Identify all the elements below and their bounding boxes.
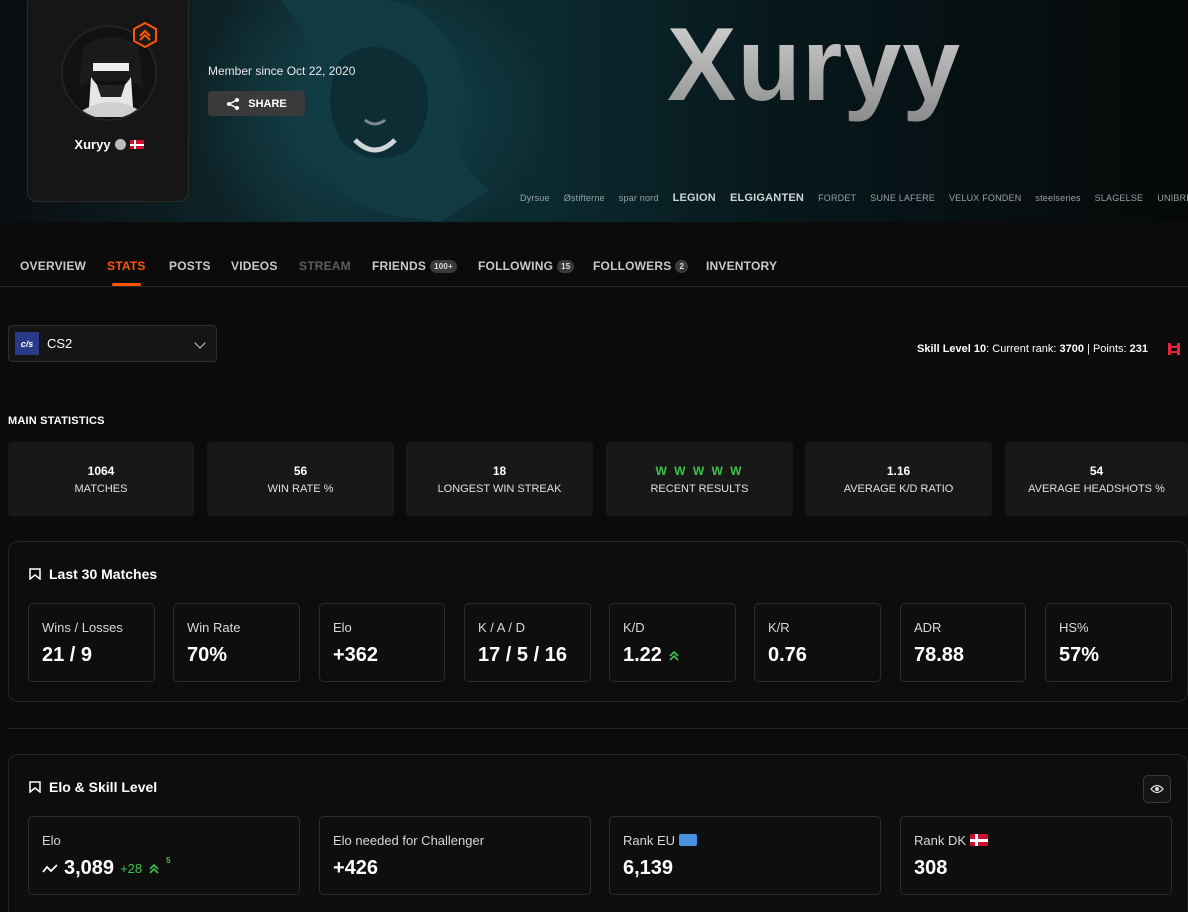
sponsor-logo: VELUX FONDEN: [948, 193, 1022, 203]
tab-following[interactable]: FOLLOWING 15: [478, 259, 575, 273]
card-rank-dk: Rank DK 308: [900, 816, 1172, 895]
denmark-flag-icon: [129, 140, 144, 149]
stat-recent-results: W W W W W RECENT RESULTS: [606, 442, 793, 516]
faceit-logo-icon: [29, 568, 41, 580]
tab-stats[interactable]: STATS: [107, 259, 146, 286]
eye-icon: [1150, 784, 1164, 794]
elo-skill-panel: Elo & Skill Level Elo 3,089 +28 5 Elo ne…: [8, 754, 1188, 912]
card-wins-losses: Wins / Losses 21 / 9: [28, 603, 155, 682]
elo-trend-icon: [42, 863, 58, 873]
card-kad: K / A / D 17 / 5 / 16: [464, 603, 591, 682]
stat-matches: 1064 MATCHES: [8, 442, 194, 516]
profile-tabs: OVERVIEW STATS POSTS VIDEOS STREAM FRIEN…: [0, 248, 1188, 287]
member-since: Member since Oct 22, 2020: [208, 64, 356, 78]
chevron-down-icon: [194, 337, 206, 349]
sponsor-logo: FORDET: [818, 193, 857, 203]
cs2-logo-icon: c/s: [15, 332, 39, 355]
tab-videos[interactable]: VIDEOS: [231, 259, 278, 273]
sponsor-logo: UNIBREW: [1157, 193, 1188, 203]
denmark-flag-icon: [970, 834, 989, 846]
skill-level-icon: [1168, 343, 1180, 355]
share-button[interactable]: SHARE: [208, 91, 305, 116]
banner-player-name: Xuryy: [667, 7, 962, 123]
last-30-matches-title: Last 30 Matches: [29, 566, 157, 582]
sponsor-logo: steelseries: [1035, 193, 1081, 203]
verified-icon: [114, 139, 126, 150]
tab-stream[interactable]: STREAM: [299, 259, 351, 273]
profile-card: Xuryy: [27, 0, 189, 202]
trend-up-icon: [669, 650, 679, 661]
section-divider: [8, 728, 1188, 729]
sponsor-strip: Dyrsue Østifterne spar nord LEGION ELGIG…: [520, 192, 1188, 204]
tab-overview[interactable]: OVERVIEW: [20, 259, 86, 273]
visibility-toggle-button[interactable]: [1143, 775, 1171, 803]
sponsor-logo: LEGION: [672, 192, 716, 204]
card-win-rate: Win Rate 70%: [173, 603, 300, 682]
tab-inventory[interactable]: INVENTORY: [706, 259, 777, 273]
tab-friends[interactable]: FRIENDS 100+: [372, 259, 457, 273]
friends-count-badge: 100+: [430, 260, 457, 273]
eu-flag-icon: [679, 834, 698, 846]
tab-followers[interactable]: FOLLOWERS 2: [593, 259, 689, 273]
card-challenger-elo: Elo needed for Challenger +426: [319, 816, 591, 895]
trend-up-icon: [149, 863, 159, 874]
card-elo: Elo 3,089 +28 5: [28, 816, 300, 895]
faceit-logo-icon: [29, 781, 41, 793]
level-badge-icon: [133, 22, 157, 48]
profile-name-text: Xuryy: [74, 137, 111, 152]
last-30-matches-panel: Last 30 Matches Wins / Losses 21 / 9 Win …: [8, 541, 1188, 702]
profile-name: Xuryy: [28, 137, 190, 152]
card-adr: ADR 78.88: [900, 603, 1026, 682]
following-count-badge: 15: [557, 260, 575, 273]
stat-average-headshots: 54 AVERAGE HEADSHOTS %: [1005, 442, 1188, 516]
share-icon: [227, 97, 240, 110]
stat-average-kd: 1.16 AVERAGE K/D RATIO: [805, 442, 992, 516]
sponsor-logo: SLAGELSE: [1094, 193, 1144, 203]
card-hs: HS% 57%: [1045, 603, 1172, 682]
game-select-value: CS2: [47, 336, 73, 351]
game-select-dropdown[interactable]: c/s CS2: [8, 325, 217, 362]
skill-level-info: Skill Level 10: Current rank: 3700 | Poi…: [917, 343, 1148, 355]
sponsor-logo: ELGIGANTEN: [729, 192, 805, 204]
share-label: SHARE: [248, 97, 287, 110]
sponsor-logo: spar nord: [618, 193, 659, 203]
sponsor-logo: Dyrsue: [520, 193, 550, 203]
sponsor-logo: Østifterne: [563, 193, 605, 203]
followers-count-badge: 2: [675, 260, 689, 273]
main-statistics-title: MAIN STATISTICS: [8, 415, 105, 427]
card-kr: K/R 0.76: [754, 603, 881, 682]
stat-win-rate: 56 WIN RATE %: [207, 442, 394, 516]
elo-skill-title: Elo & Skill Level: [29, 779, 157, 795]
card-kd: K/D 1.22: [609, 603, 736, 682]
sponsor-logo: SUNE LAFERE: [870, 193, 935, 203]
tab-posts[interactable]: POSTS: [169, 259, 211, 273]
card-elo-change: Elo +362: [319, 603, 445, 682]
stat-longest-win-streak: 18 LONGEST WIN STREAK: [406, 442, 593, 516]
card-rank-eu: Rank EU 6,139: [609, 816, 881, 895]
